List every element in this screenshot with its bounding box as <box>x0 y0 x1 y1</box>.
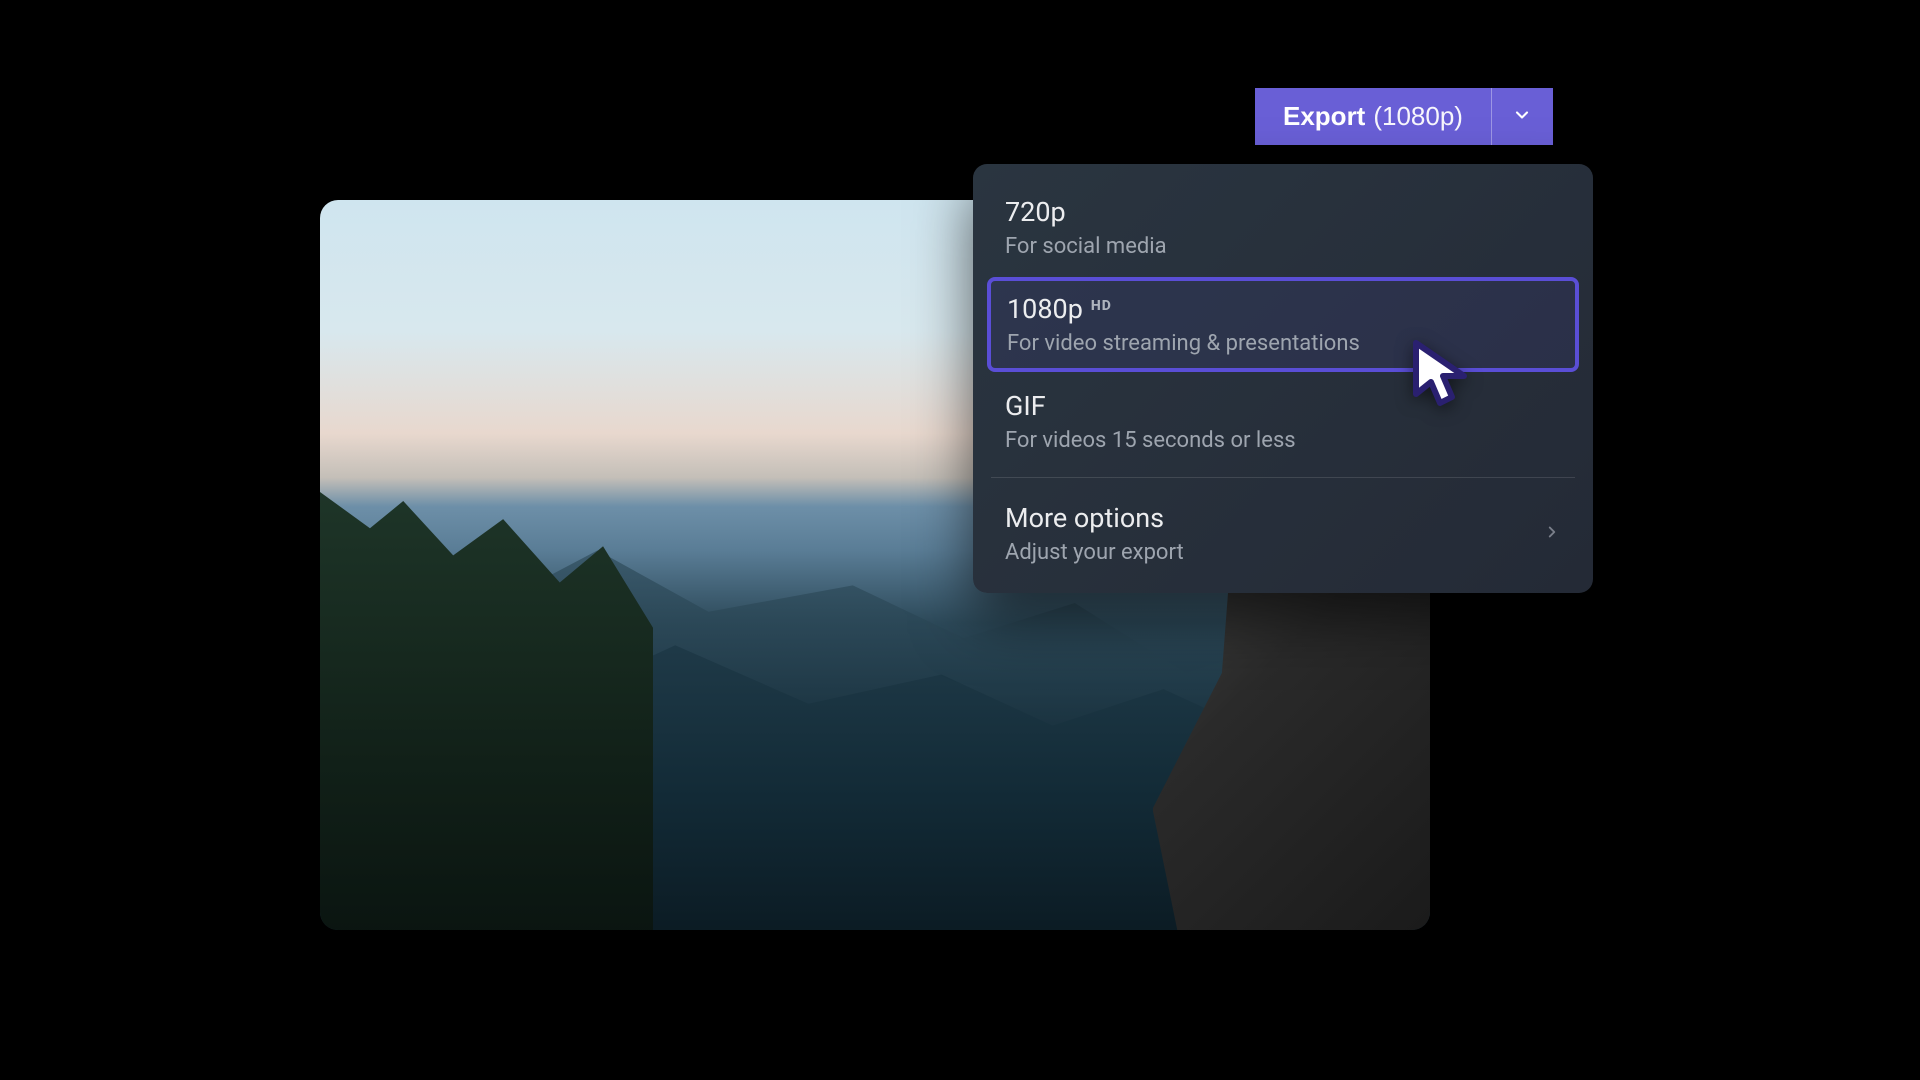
export-option-title: 720p <box>1005 196 1066 228</box>
export-option-gif[interactable]: GIF For videos 15 seconds or less <box>987 376 1579 467</box>
export-option-title: GIF <box>1005 390 1046 422</box>
export-button-detail: (1080p) <box>1373 101 1463 132</box>
export-button-label: Export <box>1283 101 1365 132</box>
export-option-1080p[interactable]: 1080p HD For video streaming & presentat… <box>987 277 1579 372</box>
export-option-subtitle: For videos 15 seconds or less <box>1005 428 1561 453</box>
export-more-options[interactable]: More options Adjust your export <box>987 488 1579 575</box>
export-button-group: Export (1080p) <box>1255 88 1553 145</box>
export-dropdown-toggle[interactable] <box>1491 88 1553 145</box>
export-option-subtitle: For video streaming & presentations <box>1007 331 1559 356</box>
hd-badge: HD <box>1091 298 1112 314</box>
export-option-720p[interactable]: 720p For social media <box>987 182 1579 273</box>
export-option-subtitle: For social media <box>1005 234 1561 259</box>
export-button[interactable]: Export (1080p) <box>1255 88 1491 145</box>
export-options-dropdown: 720p For social media 1080p HD For video… <box>973 164 1593 593</box>
export-option-title: 1080p <box>1007 293 1083 325</box>
chevron-right-icon <box>1543 523 1561 545</box>
chevron-down-icon <box>1512 105 1532 128</box>
more-options-subtitle: Adjust your export <box>1005 540 1184 565</box>
more-options-title: More options <box>1005 502 1184 534</box>
divider <box>991 477 1575 478</box>
